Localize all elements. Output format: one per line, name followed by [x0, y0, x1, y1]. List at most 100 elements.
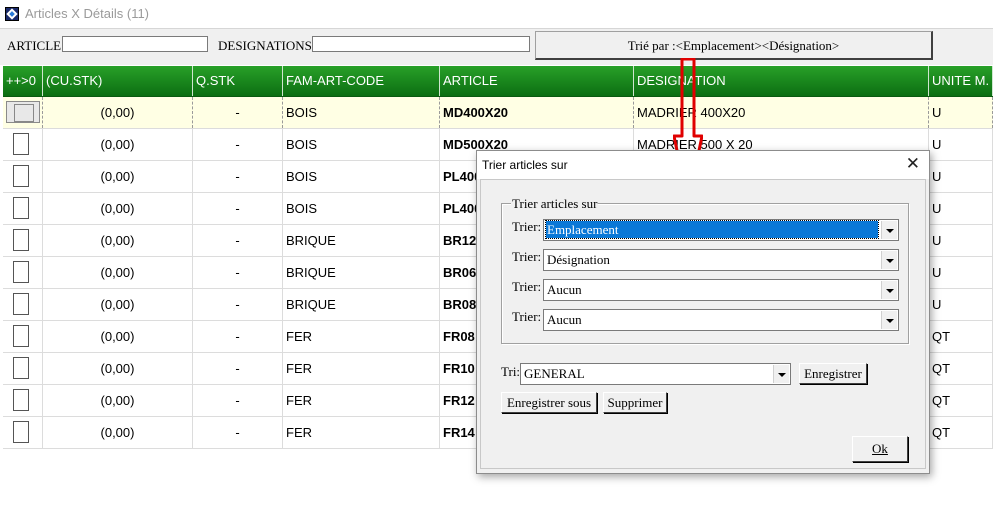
row-selector[interactable]	[3, 193, 43, 224]
column-header-select[interactable]: ++>0	[3, 66, 43, 96]
column-header-unite[interactable]: UNITE M.	[929, 66, 993, 96]
fam-art-code-cell: FER	[283, 385, 440, 416]
chevron-down-icon[interactable]	[881, 251, 897, 269]
q-stk-cell: -	[193, 289, 283, 320]
fam-art-code-cell: BRIQUE	[283, 225, 440, 256]
row-checkbox[interactable]	[13, 261, 29, 283]
row-checkbox[interactable]	[13, 389, 29, 411]
supprimer-button[interactable]: Supprimer	[603, 392, 667, 413]
row-selector[interactable]	[3, 257, 43, 288]
sort-field-4-select[interactable]: Aucun	[543, 309, 899, 331]
q-stk-cell: -	[193, 161, 283, 192]
row-selector[interactable]	[3, 417, 43, 448]
q-stk-cell: -	[193, 353, 283, 384]
row-checkbox[interactable]	[13, 293, 29, 315]
row-selector[interactable]	[3, 225, 43, 256]
unite-cell: QT	[929, 321, 993, 352]
unite-cell: U	[929, 257, 993, 288]
row-selector[interactable]	[3, 161, 43, 192]
article-input[interactable]	[62, 36, 208, 52]
ok-button[interactable]: Ok	[852, 436, 908, 462]
q-stk-cell: -	[193, 257, 283, 288]
table-row[interactable]: (0,00) - BOIS MD400X20 MADRIER 400X20 U	[3, 97, 993, 129]
row-checkbox[interactable]	[13, 229, 29, 251]
chevron-down-icon[interactable]	[881, 311, 897, 329]
cu-stk-cell: (0,00)	[43, 225, 193, 256]
q-stk-cell: -	[193, 321, 283, 352]
cu-stk-cell: (0,00)	[43, 385, 193, 416]
column-header-q-stk[interactable]: Q.STK	[193, 66, 283, 96]
column-header-article[interactable]: ARTICLE	[440, 66, 634, 96]
row-checkbox[interactable]	[13, 133, 29, 155]
dialog-titlebar: Trier articles sur ✕	[477, 151, 929, 179]
cu-stk-cell: (0,00)	[43, 289, 193, 320]
sort-field-3-select[interactable]: Aucun	[543, 279, 899, 301]
cu-stk-cell: (0,00)	[43, 97, 193, 128]
unite-cell: U	[929, 193, 993, 224]
sort-order-button[interactable]: Trié par :<Emplacement><Désignation>	[535, 31, 933, 60]
row-selector[interactable]	[3, 129, 43, 160]
unite-cell: U	[929, 225, 993, 256]
sort-field-1-select[interactable]: Emplacement	[543, 219, 899, 241]
row-checkbox[interactable]	[13, 357, 29, 379]
close-icon[interactable]: ✕	[906, 154, 920, 174]
cu-stk-cell: (0,00)	[43, 353, 193, 384]
groupbox-title: Trier articles sur	[511, 196, 599, 212]
cu-stk-cell: (0,00)	[43, 161, 193, 192]
dialog-body: Trier articles sur Trier: Emplacement Tr…	[480, 179, 926, 469]
article-label: ARTICLE:	[7, 38, 65, 53]
sort-dialog: Trier articles sur ✕ Trier articles sur …	[476, 150, 930, 474]
row-selector[interactable]	[3, 321, 43, 352]
row-selector[interactable]	[3, 353, 43, 384]
row-checkbox[interactable]	[13, 165, 29, 187]
tri-select[interactable]: GENERAL	[520, 363, 791, 385]
fam-art-code-cell: BRIQUE	[283, 289, 440, 320]
fam-art-code-cell: BOIS	[283, 193, 440, 224]
unite-cell: QT	[929, 417, 993, 448]
window-title: Articles X Détails (11)	[25, 6, 150, 21]
enregistrer-sous-button[interactable]: Enregistrer sous	[501, 392, 597, 413]
row-checkbox[interactable]	[6, 101, 40, 123]
row-selector[interactable]	[3, 289, 43, 320]
q-stk-cell: -	[193, 417, 283, 448]
chevron-down-icon[interactable]	[881, 281, 897, 299]
q-stk-cell: -	[193, 97, 283, 128]
chevron-down-icon[interactable]	[773, 365, 789, 383]
row-selector[interactable]	[3, 385, 43, 416]
unite-cell: QT	[929, 353, 993, 384]
row-checkbox[interactable]	[13, 421, 29, 443]
fam-art-code-cell: BOIS	[283, 97, 440, 128]
trier-label: Trier:	[512, 279, 542, 294]
cu-stk-cell: (0,00)	[43, 193, 193, 224]
designations-input[interactable]	[312, 36, 530, 52]
row-checkbox[interactable]	[13, 325, 29, 347]
cu-stk-cell: (0,00)	[43, 129, 193, 160]
enregistrer-button[interactable]: Enregistrer	[799, 363, 867, 384]
fam-art-code-cell: FER	[283, 353, 440, 384]
cu-stk-cell: (0,00)	[43, 417, 193, 448]
row-checkbox[interactable]	[13, 197, 29, 219]
unite-cell: U	[929, 97, 993, 128]
filter-bar: ARTICLE: DESIGNATIONS: Trié par :<Emplac…	[0, 28, 993, 65]
tri-label: Tri:	[501, 364, 521, 379]
sort-groupbox: Trier articles sur Trier: Emplacement Tr…	[501, 196, 909, 344]
sort-field-2-select[interactable]: Désignation	[543, 249, 899, 271]
column-header-cu-stk[interactable]: (CU.STK)	[43, 66, 193, 96]
unite-cell: QT	[929, 385, 993, 416]
trier-label: Trier:	[512, 309, 542, 324]
column-header-fam-art-code[interactable]: FAM-ART-CODE	[283, 66, 440, 96]
designations-label: DESIGNATIONS:	[218, 38, 316, 53]
dialog-title: Trier articles sur	[482, 158, 568, 172]
cu-stk-cell: (0,00)	[43, 321, 193, 352]
q-stk-cell: -	[193, 225, 283, 256]
q-stk-cell: -	[193, 193, 283, 224]
trier-label: Trier:	[512, 249, 542, 264]
cu-stk-cell: (0,00)	[43, 257, 193, 288]
trier-label: Trier:	[512, 219, 542, 234]
unite-cell: U	[929, 289, 993, 320]
chevron-down-icon[interactable]	[881, 221, 897, 239]
row-selector[interactable]	[3, 97, 43, 128]
unite-cell: U	[929, 129, 993, 160]
fam-art-code-cell: BOIS	[283, 129, 440, 160]
article-cell: MD400X20	[440, 97, 634, 128]
